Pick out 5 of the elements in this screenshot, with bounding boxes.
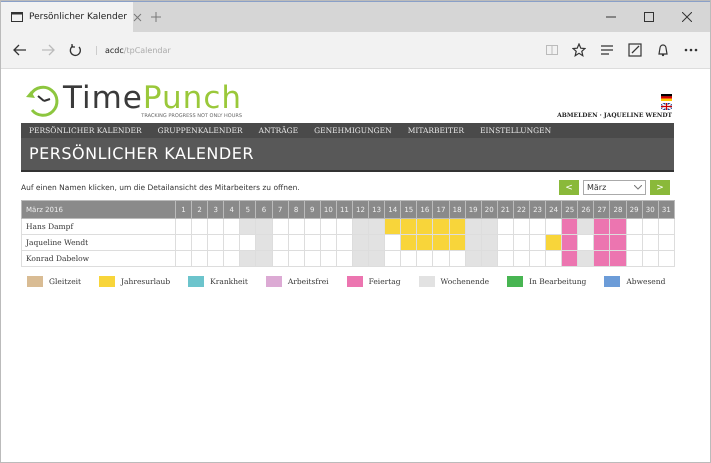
logo-wordmark: TimePunch [63,83,242,113]
page-title: PERSÖNLICHER KALENDER [28,143,255,165]
address-field[interactable]: acdc/tpCalendar [96,46,532,54]
month-select[interactable]: März [583,180,646,195]
tab-title: Persönlicher Kalender [29,12,127,22]
